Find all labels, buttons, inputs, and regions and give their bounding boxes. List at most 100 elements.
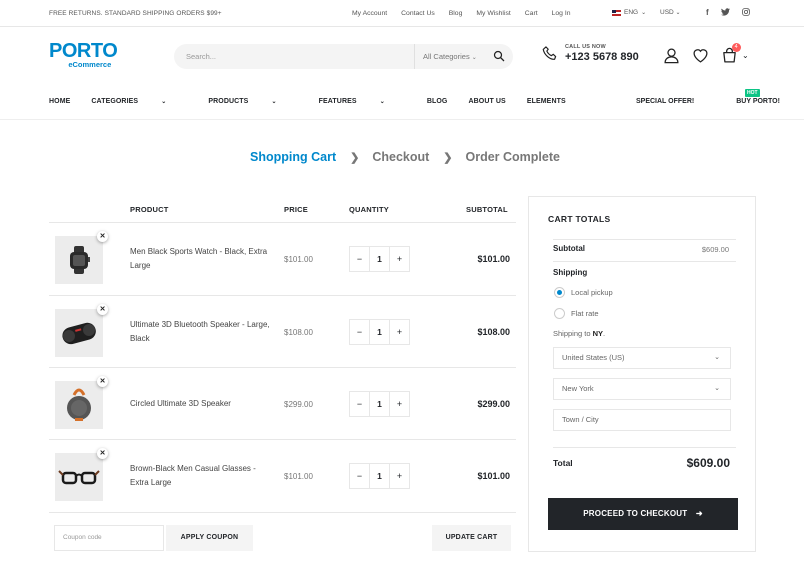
quantity-input[interactable]: 1 bbox=[369, 464, 390, 488]
increase-qty-button[interactable]: + bbox=[390, 320, 409, 344]
login-link[interactable]: Log In bbox=[552, 10, 571, 17]
table-divider bbox=[49, 512, 516, 513]
decrease-qty-button[interactable]: − bbox=[350, 392, 369, 416]
local-pickup-label[interactable]: Local pickup bbox=[571, 288, 613, 297]
nav-buy-porto[interactable]: BUY PORTO! bbox=[736, 98, 780, 105]
decrease-qty-button[interactable]: − bbox=[350, 247, 369, 271]
subtotal-value: $609.00 bbox=[701, 245, 729, 254]
product-name[interactable]: Ultimate 3D Bluetooth Speaker - Large, B… bbox=[130, 318, 270, 346]
product-image[interactable] bbox=[55, 236, 103, 284]
divider bbox=[553, 447, 736, 448]
contact-us-link[interactable]: Contact Us bbox=[401, 10, 435, 17]
flat-rate-label[interactable]: Flat rate bbox=[571, 309, 599, 318]
quantity-input[interactable]: 1 bbox=[369, 247, 390, 271]
remove-item-button[interactable]: ✕ bbox=[97, 376, 108, 387]
total-label: Total bbox=[553, 458, 573, 468]
nav-categories[interactable]: CATEGORIES ⌄ bbox=[91, 98, 187, 105]
blog-link[interactable]: Blog bbox=[449, 10, 463, 17]
language-switcher[interactable]: ENG ⌄ bbox=[612, 9, 646, 16]
step-order-complete[interactable]: Order Complete bbox=[466, 150, 560, 164]
search-input[interactable]: Search... bbox=[186, 52, 216, 61]
city-input[interactable]: Town / City bbox=[553, 409, 731, 431]
quantity-input[interactable]: 1 bbox=[369, 320, 390, 344]
search-bar: Search... All Categories ⌄ bbox=[174, 44, 513, 69]
chevron-down-icon: ⌄ bbox=[714, 354, 720, 361]
heart-icon[interactable] bbox=[692, 47, 709, 64]
chevron-down-icon: ⌄ bbox=[161, 99, 167, 105]
state-select[interactable]: New York ⌄ bbox=[553, 378, 731, 400]
speaker-icon bbox=[62, 322, 96, 345]
round-speaker-icon bbox=[67, 388, 91, 421]
quantity-input[interactable]: 1 bbox=[369, 392, 390, 416]
facebook-icon[interactable]: f bbox=[706, 8, 709, 17]
nav-features[interactable]: FEATURES ⌄ bbox=[319, 98, 406, 105]
remove-item-button[interactable]: ✕ bbox=[97, 304, 108, 315]
flat-rate-radio[interactable] bbox=[554, 308, 565, 319]
us-flag-icon bbox=[612, 9, 621, 16]
my-account-link[interactable]: My Account bbox=[352, 10, 387, 17]
proceed-to-checkout-button[interactable]: PROCEED TO CHECKOUT ➜ bbox=[548, 498, 738, 530]
row-subtotal: $299.00 bbox=[477, 399, 510, 409]
product-name[interactable]: Circled Ultimate 3D Speaker bbox=[130, 397, 270, 411]
product-name[interactable]: Men Black Sports Watch - Black, Extra La… bbox=[130, 245, 270, 273]
chevron-down-icon: ⌄ bbox=[379, 99, 385, 105]
currency-switcher[interactable]: USD ⌄ bbox=[660, 9, 681, 16]
country-select[interactable]: United States (US) ⌄ bbox=[553, 347, 731, 369]
cart-totals-panel: CART TOTALS Subtotal $609.00 Shipping Lo… bbox=[528, 196, 756, 552]
header-subtotal: SUBTOTAL bbox=[466, 205, 508, 214]
nav-elements[interactable]: ELEMENTS bbox=[527, 98, 566, 105]
remove-item-button[interactable]: ✕ bbox=[97, 231, 108, 242]
nav-products[interactable]: PRODUCTS ⌄ bbox=[208, 98, 297, 105]
row-subtotal: $101.00 bbox=[477, 471, 510, 481]
user-icon[interactable] bbox=[663, 47, 680, 64]
apply-coupon-button[interactable]: APPLY COUPON bbox=[166, 525, 253, 551]
decrease-qty-button[interactable]: − bbox=[350, 320, 369, 344]
increase-qty-button[interactable]: + bbox=[390, 464, 409, 488]
header-icons: 4 ⌄ bbox=[663, 43, 749, 64]
checkout-steps: Shopping Cart ❯ Checkout ❯ Order Complet… bbox=[250, 150, 560, 164]
chevron-right-icon: ❯ bbox=[350, 151, 360, 164]
nav-blog[interactable]: BLOG bbox=[427, 98, 448, 105]
hot-badge: HOT bbox=[745, 89, 760, 97]
cart-row: ✕ Circled Ultimate 3D Speaker $299.00 − … bbox=[49, 367, 516, 439]
local-pickup-radio[interactable] bbox=[554, 287, 565, 298]
product-image[interactable] bbox=[55, 453, 103, 501]
nav-features-label: FEATURES bbox=[318, 98, 357, 105]
product-image[interactable] bbox=[55, 381, 103, 429]
call-number[interactable]: +123 5678 890 bbox=[565, 51, 639, 63]
my-wishlist-link[interactable]: My Wishlist bbox=[476, 10, 510, 17]
product-image[interactable] bbox=[55, 309, 103, 357]
product-price: $299.00 bbox=[284, 400, 313, 409]
watch-icon bbox=[70, 246, 90, 274]
remove-item-button[interactable]: ✕ bbox=[97, 448, 108, 459]
search-icon[interactable] bbox=[493, 50, 505, 62]
row-subtotal: $101.00 bbox=[477, 254, 510, 264]
state-select-value: New York bbox=[562, 384, 594, 393]
increase-qty-button[interactable]: + bbox=[390, 392, 409, 416]
shipping-label: Shipping bbox=[553, 268, 588, 277]
cart-totals-title: CART TOTALS bbox=[548, 214, 611, 224]
chevron-down-icon: ⌄ bbox=[641, 10, 647, 16]
cart-button[interactable]: 4 ⌄ bbox=[721, 43, 749, 64]
nav-special-offer[interactable]: SPECIAL OFFER! bbox=[636, 98, 694, 105]
cart-link[interactable]: Cart bbox=[525, 10, 538, 17]
quantity-stepper: − 1 + bbox=[349, 319, 410, 345]
category-select-label: All Categories bbox=[423, 52, 470, 61]
decrease-qty-button[interactable]: − bbox=[350, 464, 369, 488]
category-select[interactable]: All Categories ⌄ bbox=[414, 44, 477, 69]
nav-categories-label: CATEGORIES bbox=[91, 98, 139, 105]
nav-home[interactable]: HOME bbox=[49, 98, 70, 105]
call-label: CALL US NOW bbox=[565, 44, 606, 50]
coupon-input[interactable]: Coupon code bbox=[54, 525, 164, 551]
product-name[interactable]: Brown-Black Men Casual Glasses - Extra L… bbox=[130, 462, 270, 490]
twitter-icon[interactable] bbox=[720, 8, 730, 16]
nav-about-us[interactable]: ABOUT US bbox=[468, 98, 505, 105]
step-checkout[interactable]: Checkout bbox=[372, 150, 429, 164]
logo[interactable]: PORTO eCommerce bbox=[49, 41, 118, 69]
main-nav: HOME CATEGORIES ⌄ PRODUCTS ⌄ FEATURES ⌄ … bbox=[0, 86, 804, 120]
divider bbox=[553, 239, 736, 240]
step-shopping-cart[interactable]: Shopping Cart bbox=[250, 150, 336, 164]
instagram-icon[interactable] bbox=[741, 8, 750, 16]
increase-qty-button[interactable]: + bbox=[390, 247, 409, 271]
update-cart-button[interactable]: UPDATE CART bbox=[432, 525, 511, 551]
